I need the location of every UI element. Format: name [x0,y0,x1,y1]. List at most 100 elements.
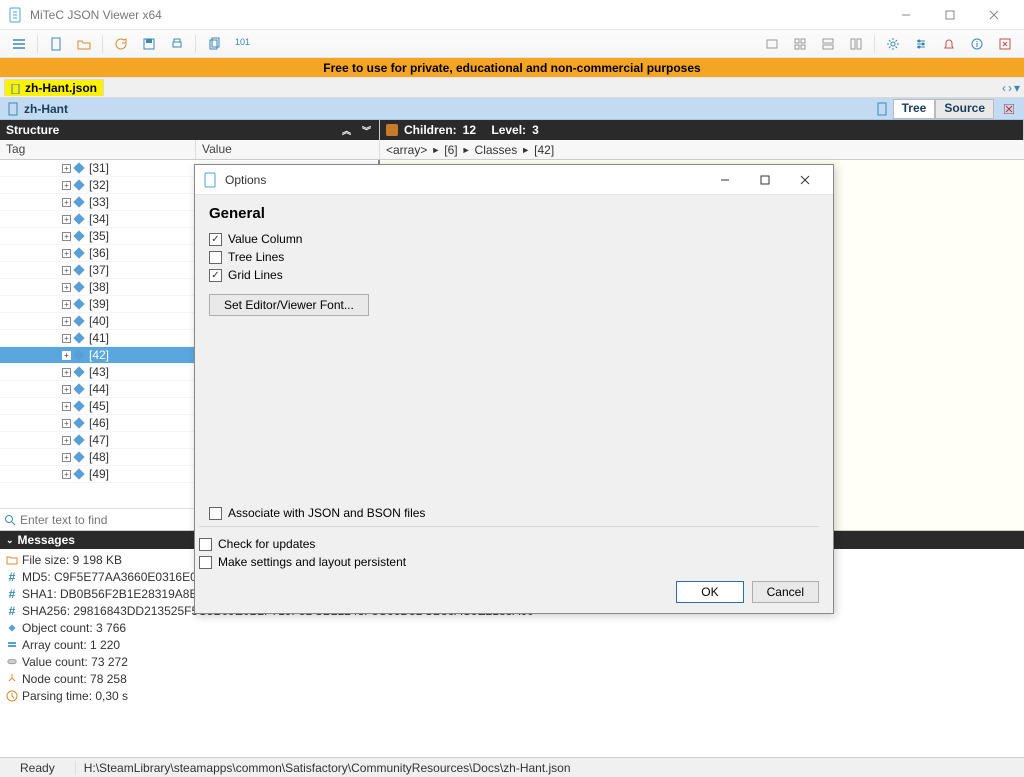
expand-icon[interactable]: + [62,300,71,309]
options-dialog: Options General ✓Value Column Tree Lines… [194,164,834,614]
tag-column-header[interactable]: Tag [0,140,196,159]
object-node-icon [73,468,84,479]
expand-icon[interactable]: + [62,351,71,360]
expand-icon[interactable]: + [62,181,71,190]
expand-icon[interactable]: + [62,453,71,462]
object-node-icon [73,451,84,462]
ok-button[interactable]: OK [676,581,743,603]
expand-icon[interactable]: + [62,317,71,326]
json-file-icon [11,83,21,93]
node-label: [32] [89,178,109,192]
tab-next-icon[interactable]: › [1008,81,1012,95]
message-row: Parsing time: 0,30 s [6,687,1018,704]
tab-prev-icon[interactable]: ‹ [1002,81,1006,95]
bell-icon[interactable] [936,33,962,55]
refresh-icon[interactable] [108,33,134,55]
info-icon[interactable] [964,33,990,55]
object-node-icon [73,383,84,394]
object-node-icon [73,366,84,377]
dialog-title: Options [225,173,705,187]
expand-icon[interactable]: + [62,215,71,224]
minimize-button[interactable] [884,1,928,29]
stack-icon [6,639,18,651]
node-label: [48] [89,450,109,464]
node-label: [49] [89,467,109,481]
node-label: [43] [89,365,109,379]
expand-icon[interactable]: + [62,198,71,207]
message-text: Object count: 3 766 [22,621,126,635]
object-node-icon [73,400,84,411]
value-column-header[interactable]: Value [196,140,380,159]
window-icon[interactable] [759,33,785,55]
set-font-button[interactable]: Set Editor/Viewer Font... [209,294,369,316]
diamond-icon [6,622,18,634]
print-icon[interactable] [164,33,190,55]
expand-icon[interactable]: + [62,334,71,343]
expand-icon[interactable]: + [62,164,71,173]
cancel-button[interactable]: Cancel [752,581,819,603]
exit-icon[interactable] [992,33,1018,55]
checkbox-grid-lines[interactable]: ✓Grid Lines [209,268,819,282]
dialog-maximize-button[interactable] [745,167,785,193]
open-folder-icon[interactable] [71,33,97,55]
chevron-down-icon: ⌄ [6,535,14,546]
expand-icon[interactable]: + [62,419,71,428]
checkbox-value-column[interactable]: ✓Value Column [209,232,819,246]
expand-icon[interactable]: + [62,232,71,241]
expand-icon[interactable]: + [62,266,71,275]
new-file-icon[interactable] [43,33,69,55]
close-button[interactable] [972,1,1016,29]
node-label: [44] [89,382,109,396]
tile-h-icon[interactable] [815,33,841,55]
expand-icon[interactable]: + [62,249,71,258]
settings-icon[interactable] [908,33,934,55]
checkbox-persist-settings[interactable]: Make settings and layout persistent [199,555,819,569]
expand-icon[interactable]: + [62,402,71,411]
binary-icon[interactable]: 101 [229,33,255,55]
save-icon[interactable] [136,33,162,55]
node-label: [35] [89,229,109,243]
message-row: Node count: 78 258 [6,670,1018,687]
object-bar: zh-Hant Tree Source [0,98,1024,120]
expand-icon[interactable]: + [62,368,71,377]
folder-icon [6,554,18,566]
expand-collapse-icons[interactable]: ︽ ︾ [342,124,373,137]
grid-icon[interactable] [787,33,813,55]
object-node-icon [73,315,84,326]
expand-icon[interactable]: + [62,436,71,445]
maximize-button[interactable] [928,1,972,29]
checkbox-check-updates[interactable]: Check for updates [199,537,819,551]
tab-dropdown-icon[interactable]: ▾ [1014,81,1020,95]
status-ready: Ready [0,761,76,775]
toolbar: 101 [0,30,1024,58]
expand-icon[interactable]: + [62,385,71,394]
doc-icon-2[interactable] [875,102,889,116]
status-path: H:\SteamLibrary\steamapps\common\Satisfa… [76,761,1024,775]
menu-icon[interactable] [6,33,32,55]
file-tabs: zh-Hant.json ‹ › ▾ [0,78,1024,98]
close-object-icon[interactable] [1000,100,1018,118]
dialog-minimize-button[interactable] [705,167,745,193]
tile-v-icon[interactable] [843,33,869,55]
checkbox-associate-files[interactable]: Associate with JSON and BSON files [209,506,819,520]
source-view-tab[interactable]: Source [935,99,994,119]
expand-icon[interactable]: + [62,283,71,292]
node-label: [40] [89,314,109,328]
expand-icon[interactable]: + [62,470,71,479]
dialog-close-button[interactable] [785,167,825,193]
tab-nav: ‹ › ▾ [1002,81,1020,95]
tree-view-tab[interactable]: Tree [893,99,936,119]
checkbox-tree-lines[interactable]: Tree Lines [209,250,819,264]
section-general: General [209,205,819,222]
file-tab[interactable]: zh-Hant.json [4,79,104,96]
object-node-icon [73,179,84,190]
hash-icon: # [6,605,18,617]
object-node-icon [73,417,84,428]
node-label: [47] [89,433,109,447]
message-row: Value count: 73 272 [6,653,1018,670]
children-header: Children: 12 Level: 3 [380,120,1024,140]
copy-icon[interactable] [201,33,227,55]
object-node-icon [73,230,84,241]
node-label: [38] [89,280,109,294]
gear-icon[interactable] [880,33,906,55]
